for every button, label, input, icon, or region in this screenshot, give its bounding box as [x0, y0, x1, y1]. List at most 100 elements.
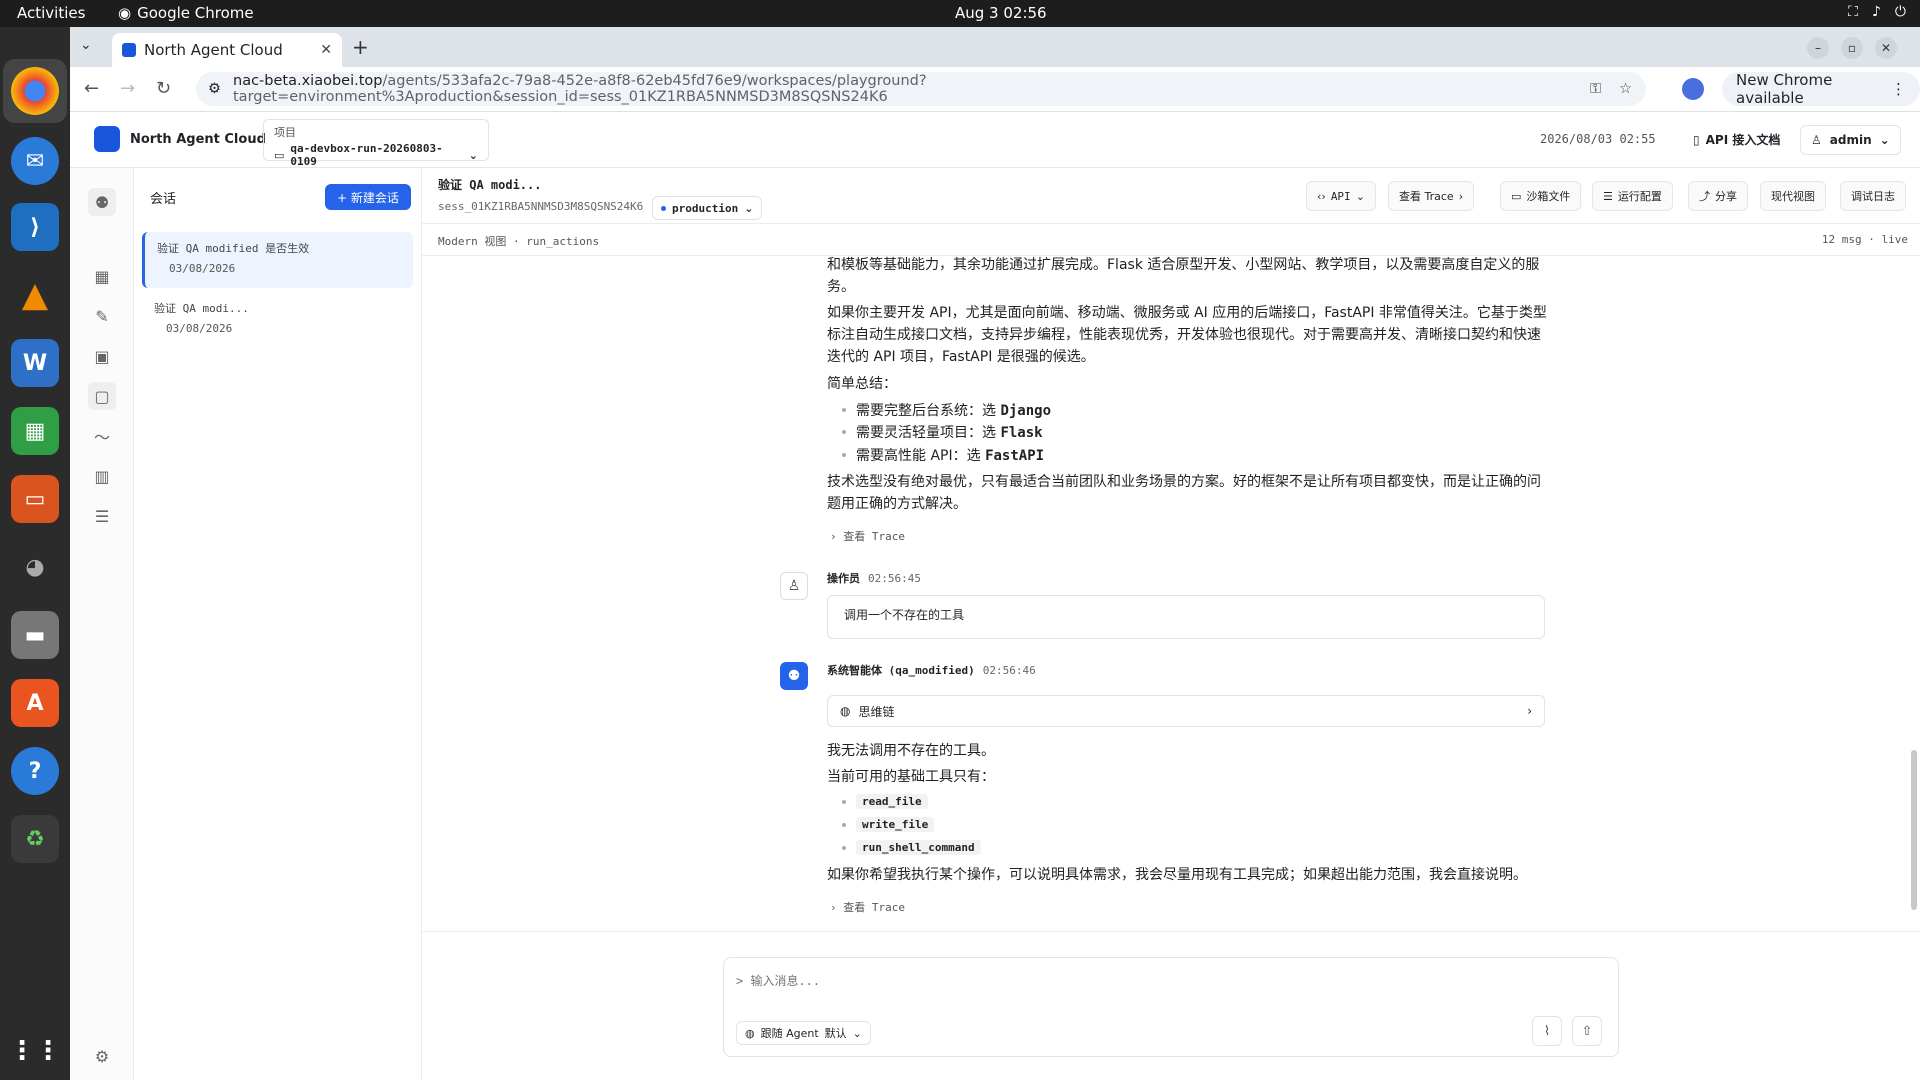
summary-text: 需要高性能 API：选 — [856, 448, 986, 464]
calc-icon[interactable]: ▦ — [11, 407, 59, 455]
folder-icon: ▭ — [1511, 189, 1522, 203]
activity-icon[interactable]: 〜 — [88, 422, 116, 450]
view-trace-link[interactable]: › 查看 Trace — [830, 528, 905, 544]
session-date: 03/08/2026 — [166, 322, 233, 335]
sliders-icon[interactable]: ☰ — [88, 502, 116, 530]
api-button[interactable]: ‹› API ⌄ — [1306, 181, 1376, 211]
agent-mode-selector[interactable]: ◍ 跟随 Agent 默认 ⌄ — [736, 1021, 871, 1045]
chevron-right-icon: › — [1527, 704, 1532, 718]
edit-icon[interactable]: ✎ — [88, 302, 116, 330]
trash-icon[interactable]: ♻ — [11, 815, 59, 863]
chrome-icon[interactable] — [11, 67, 59, 115]
chevron-right-icon: › — [1458, 189, 1464, 203]
modern-view-button[interactable]: 现代视图 — [1760, 181, 1826, 211]
tab-close-icon[interactable]: ✕ — [320, 42, 332, 58]
forward-icon[interactable]: → — [120, 78, 135, 99]
browser-tab-active[interactable]: North Agent Cloud ✕ — [112, 33, 342, 67]
summary-item: 需要灵活轻量项目：选 Flask — [842, 422, 1043, 442]
volume-icon: ♪ — [1871, 4, 1881, 20]
reload-icon[interactable]: ↻ — [156, 78, 171, 99]
app-menu[interactable]: ◉ Google Chrome — [118, 4, 254, 22]
tab-search-chevron-icon[interactable]: ⌄ — [80, 37, 92, 53]
bar-chart-icon[interactable]: ▥ — [88, 462, 116, 490]
summary-text: 需要完整后台系统：选 — [856, 403, 1001, 419]
tool-item: read_file — [842, 794, 928, 809]
debug-log-button[interactable]: 调试日志 — [1840, 181, 1906, 211]
summary-item: 需要高性能 API：选 FastAPI — [842, 445, 1044, 465]
vlc-icon[interactable]: ▲ — [11, 271, 59, 319]
api-doc-link[interactable]: ▯ API 接入文档 — [1693, 131, 1780, 148]
system-top-bar: Activities ◉ Google Chrome Aug 3 02:56 ⛶ … — [0, 0, 1920, 27]
minimize-icon[interactable]: – — [1807, 37, 1829, 59]
session-item[interactable]: 验证 QA modified 是否生效 03/08/2026 — [142, 232, 413, 288]
attach-icon[interactable]: ⌇ — [1532, 1016, 1562, 1046]
view-status-bar: Modern 视图 · run_actions 12 msg · live — [422, 224, 1920, 256]
run-config-label: 运行配置 — [1617, 190, 1662, 203]
share-label: 分享 — [1715, 190, 1737, 203]
profile-avatar[interactable] — [1682, 78, 1704, 100]
api-label: API — [1330, 189, 1351, 203]
chevron-down-icon: ⌄ — [744, 201, 754, 215]
new-tab-icon[interactable]: + — [352, 35, 369, 59]
view-trace-button[interactable]: 查看 Trace › — [1388, 181, 1475, 211]
run-config-button[interactable]: ☰ 运行配置 — [1592, 181, 1673, 211]
user-avatar-icon: ♙ — [780, 572, 808, 600]
terminal-icon[interactable]: ▣ — [88, 342, 116, 370]
show-apps-icon[interactable]: ⋮⋮ — [9, 1027, 61, 1075]
clock[interactable]: Aug 3 02:56 — [955, 4, 1047, 22]
app-center-icon[interactable]: A — [11, 679, 59, 727]
summary-bold: FastAPI — [985, 448, 1045, 464]
chat-icon[interactable]: ▢ — [88, 382, 116, 410]
share-button[interactable]: ⤴ 分享 — [1688, 181, 1748, 211]
help-icon[interactable]: ? — [11, 747, 59, 795]
environment-value: production — [672, 201, 739, 215]
project-selector[interactable]: 项目 ▭ qa-devbox-run-20260803-0109 ⌄ — [263, 119, 489, 168]
user-menu[interactable]: ♙ admin ⌄ — [1800, 125, 1901, 155]
assistant-paragraph: 当前可用的基础工具只有： — [827, 769, 995, 785]
user-name: admin — [1829, 133, 1872, 147]
environment-selector[interactable]: production ⌄ — [652, 196, 763, 220]
brand[interactable]: North Agent Cloud — [94, 126, 266, 152]
sandbox-files-button[interactable]: ▭ 沙箱文件 — [1500, 181, 1582, 211]
scrollbar-thumb[interactable] — [1911, 750, 1917, 910]
project-label: 项目 — [274, 126, 296, 139]
message-input[interactable] — [736, 974, 1596, 988]
site-info-icon[interactable]: ⚙ — [208, 81, 221, 97]
system-tray[interactable]: ⛶ ♪ ⏻ — [1848, 4, 1906, 20]
gimp-icon[interactable]: ◕ — [11, 543, 59, 591]
chrome-update-button[interactable]: New Chrome available ⋮ — [1722, 71, 1920, 107]
address-bar[interactable]: ⚙ nac-beta.xiaobei.top/agents/533afa2c-7… — [196, 72, 1646, 106]
thinking-chain-toggle[interactable]: ◍ 思维链 › — [827, 695, 1545, 727]
view-trace-link[interactable]: › 查看 Trace — [830, 899, 905, 915]
composer-area: ◍ 跟随 Agent 默认 ⌄ ⌇ ⇧ — [422, 931, 1920, 1080]
dashboard-icon[interactable]: ▦ — [88, 262, 116, 290]
password-key-icon[interactable]: ⚿ — [1590, 81, 1601, 97]
agent-bot-icon[interactable]: ⚉ — [88, 188, 116, 216]
chat-transcript: 和模板等基础能力，其余功能通过扩展完成。Flask 适合原型开发、小型网站、教学… — [422, 256, 1920, 931]
maximize-icon[interactable]: ▫ — [1841, 37, 1863, 59]
env-status-dot — [661, 205, 666, 211]
tab-title: North Agent Cloud — [144, 41, 283, 59]
favicon-icon — [122, 43, 136, 57]
trace-label: 查看 Trace — [843, 530, 905, 543]
session-item[interactable]: 验证 QA modi... 03/08/2026 — [142, 292, 413, 348]
summary-bold: Django — [1000, 403, 1052, 419]
vscode-icon[interactable]: ⟩ — [11, 203, 59, 251]
new-session-button[interactable]: + 新建会话 — [325, 184, 411, 210]
bookmark-star-icon[interactable]: ☆ — [1619, 81, 1632, 97]
gear-icon[interactable]: ⚙ — [88, 1042, 116, 1070]
send-icon[interactable]: ⇧ — [1572, 1016, 1602, 1046]
thunderbird-icon[interactable]: ✉ — [11, 137, 59, 185]
agent-mode-label: 跟随 Agent — [760, 1027, 819, 1040]
chat-scrollbar[interactable] — [1910, 260, 1918, 920]
close-window-icon[interactable]: ✕ — [1875, 37, 1897, 59]
activities-button[interactable]: Activities — [17, 4, 85, 22]
impress-icon[interactable]: ▭ — [11, 475, 59, 523]
assistant-paragraph: 技术选型没有绝对最优，只有最适合当前团队和业务场景的方案。好的框架不是让所有项目… — [827, 474, 1541, 512]
back-icon[interactable]: ← — [84, 78, 99, 99]
writer-icon[interactable]: W — [11, 339, 59, 387]
tool-name: read_file — [856, 794, 928, 809]
chevron-down-icon: ⌄ — [852, 1026, 862, 1040]
files-icon[interactable]: ▬ — [11, 611, 59, 659]
chrome-small-icon: ◉ — [118, 4, 132, 22]
